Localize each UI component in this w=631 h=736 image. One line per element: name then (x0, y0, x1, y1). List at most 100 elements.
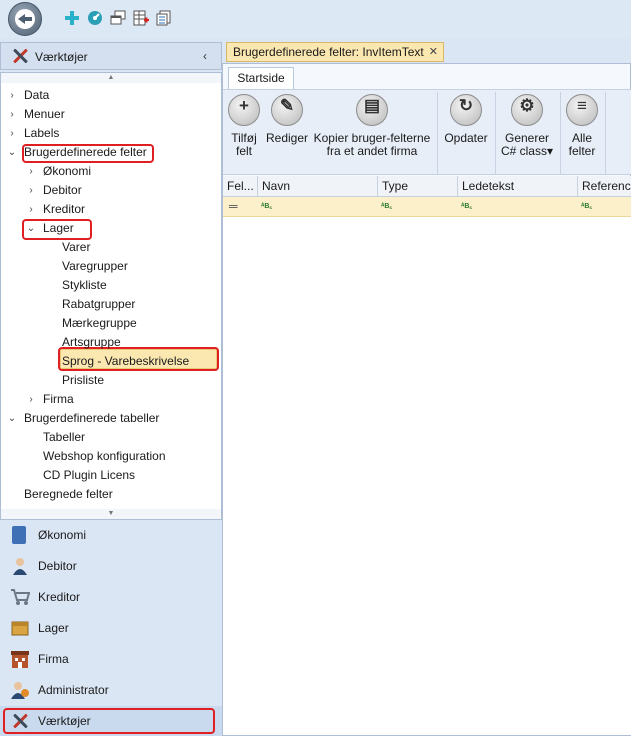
tree-item-label: CD Plugin Licens (43, 468, 136, 482)
tab-startside[interactable]: Startside (228, 67, 294, 89)
tree-item-labels[interactable]: › Labels (1, 124, 221, 143)
close-tab-button[interactable]: ✕ (429, 43, 438, 61)
tree-item-prisliste[interactable]: Prisliste (1, 371, 221, 390)
scroll-down-button[interactable]: ▼ (1, 509, 221, 519)
tree-item-label: Data (24, 88, 50, 102)
tree-item-brugerdefinerede-tabeller[interactable]: ⌄ Brugerdefinerede tabeller (1, 409, 221, 428)
expand-chevron-icon[interactable]: › (26, 390, 36, 409)
highlight-box (3, 708, 215, 734)
column-header-fel[interactable]: Fel... (223, 176, 258, 197)
tree-item-kreditor[interactable]: › Kreditor (1, 200, 221, 219)
edit-button[interactable]: ✎ Rediger (265, 92, 309, 145)
expand-chevron-icon[interactable]: › (26, 200, 36, 219)
column-header-navn[interactable]: Navn (258, 176, 378, 197)
tree-item-tabeller[interactable]: Tabeller (1, 428, 221, 447)
nav-label: Kreditor (38, 590, 81, 604)
plus-icon: + (239, 96, 249, 115)
nav-vaerktojer[interactable]: Værktøjer (0, 706, 222, 736)
windows-icon[interactable] (110, 10, 126, 26)
tree-item-webshop-konfiguration[interactable]: Webshop konfiguration (1, 447, 221, 466)
tree-item-beregnede-felter[interactable]: Beregnede felter (1, 485, 221, 504)
tree-item-label: Brugerdefinerede felter (24, 145, 147, 159)
tree-item-label: Webshop konfiguration (43, 449, 166, 463)
tree-item-label: Artsgruppe (62, 335, 121, 349)
nav-label: Lager (38, 621, 69, 635)
nav-label: Økonomi (38, 528, 87, 542)
add-icon[interactable] (64, 10, 80, 26)
generate-class-button[interactable]: ⚙ Generer C# class▾ (499, 92, 555, 158)
tree-item-maerkegruppe[interactable]: Mærkegruppe (1, 314, 221, 333)
dashboard-icon[interactable] (87, 10, 103, 26)
nav-okonomi[interactable]: Økonomi (0, 520, 222, 551)
tree-item-label: Kreditor (43, 202, 86, 216)
button-label: fra et andet firma (326, 144, 418, 158)
add-field-button[interactable]: + Tilføj felt (225, 92, 263, 158)
tree-item-label: Økonomi (43, 164, 92, 178)
cart-icon (11, 589, 30, 605)
button-label: C# class▾ (500, 144, 554, 158)
column-header-type[interactable]: Type (378, 176, 458, 197)
document-tab[interactable]: Brugerdefinerede felter: InvItemText ✕ (226, 42, 444, 62)
building-icon (11, 651, 29, 668)
refresh-button[interactable]: ↻ Opdater (441, 92, 491, 145)
expand-chevron-icon[interactable]: › (7, 86, 17, 105)
tree-item-lager[interactable]: ⌄ Lager (1, 219, 221, 238)
collapse-chevron-icon[interactable]: ⌄ (26, 219, 36, 238)
tree-item-label: Brugerdefinerede tabeller (24, 411, 160, 425)
admin-icon (11, 682, 29, 699)
navigation-panel: Værktøjer ‹ ▲ › Data › Menuer › Labels ⌄… (0, 42, 222, 736)
table-row[interactable]: ═ ᴬB꜀ ᴬB꜀ ᴬB꜀ ᴬB꜀ (223, 197, 631, 217)
tree-item-okonomi[interactable]: › Økonomi (1, 162, 221, 181)
new-table-icon[interactable] (133, 10, 149, 26)
button-label: Rediger (265, 131, 309, 145)
tree-item-label: Labels (24, 126, 60, 140)
tree-item-rabatgrupper[interactable]: Rabatgrupper (1, 295, 221, 314)
tree-item-brugerdefinerede-felter[interactable]: ⌄ Brugerdefinerede felter (1, 143, 221, 162)
tree-item-cd-plugin-licens[interactable]: CD Plugin Licens (1, 466, 221, 485)
collapse-panel-button[interactable]: ‹ (203, 49, 207, 63)
expand-chevron-icon[interactable]: › (26, 162, 36, 181)
nav-firma[interactable]: Firma (0, 644, 222, 675)
tree-item-menuer[interactable]: › Menuer (1, 105, 221, 124)
ribbon-separator (560, 92, 561, 174)
nav-kreditor[interactable]: Kreditor (0, 582, 222, 613)
nav-lager[interactable]: Lager (0, 613, 222, 644)
ribbon-separator (437, 92, 438, 174)
menu-tree: ▲ › Data › Menuer › Labels ⌄ Brugerdefin… (0, 72, 222, 520)
back-arrow-icon (15, 9, 35, 29)
expand-chevron-icon[interactable]: › (7, 105, 17, 124)
nav-administrator[interactable]: Administrator (0, 675, 222, 706)
refresh-icon: ↻ (458, 96, 474, 115)
collapse-chevron-icon[interactable]: ⌄ (7, 409, 17, 428)
module-navigation: Økonomi Debitor Kreditor Lager Firma Adm… (0, 520, 222, 736)
expand-chevron-icon[interactable]: › (26, 181, 36, 200)
tree-item-sprog-varebeskrivelse[interactable]: Sprog - Varebeskrivelse (1, 352, 221, 371)
column-header-reference[interactable]: Reference (578, 176, 631, 197)
tree-item-firma[interactable]: › Firma (1, 390, 221, 409)
tree-item-artsgruppe[interactable]: Artsgruppe (1, 333, 221, 352)
tree-item-varer[interactable]: Varer (1, 238, 221, 257)
person-icon (13, 558, 27, 575)
document-tab-title: Brugerdefinerede felter: InvItemText (233, 45, 424, 59)
back-button[interactable] (8, 2, 42, 36)
column-header-ledetekst[interactable]: Ledetekst (458, 176, 578, 197)
tree-item-varegrupper[interactable]: Varegrupper (1, 257, 221, 276)
button-label: felt (235, 144, 252, 158)
box-icon (11, 621, 29, 636)
nav-debitor[interactable]: Debitor (0, 551, 222, 582)
all-fields-button[interactable]: ≡ Alle felter (563, 92, 601, 158)
tree-item-stykliste[interactable]: Stykliste (1, 276, 221, 295)
text-type-icon: ᴬB꜀ (461, 203, 472, 210)
expand-chevron-icon[interactable]: › (7, 124, 17, 143)
tree-item-label: Rabatgrupper (62, 297, 136, 311)
button-label: felter (568, 144, 596, 158)
tree-item-label: Tabeller (43, 430, 86, 444)
scroll-up-button[interactable]: ▲ (1, 73, 221, 83)
collapse-chevron-icon[interactable]: ⌄ (7, 143, 17, 162)
tree-item-debitor[interactable]: › Debitor (1, 181, 221, 200)
tree-item-label: Sprog - Varebeskrivelse (62, 354, 190, 368)
copy-user-fields-button[interactable]: ▤ Kopier bruger-felterne fra et andet fi… (311, 92, 433, 158)
copy-document-icon[interactable] (156, 10, 172, 26)
ribbon-separator (495, 92, 496, 174)
tree-item-data[interactable]: › Data (1, 86, 221, 105)
